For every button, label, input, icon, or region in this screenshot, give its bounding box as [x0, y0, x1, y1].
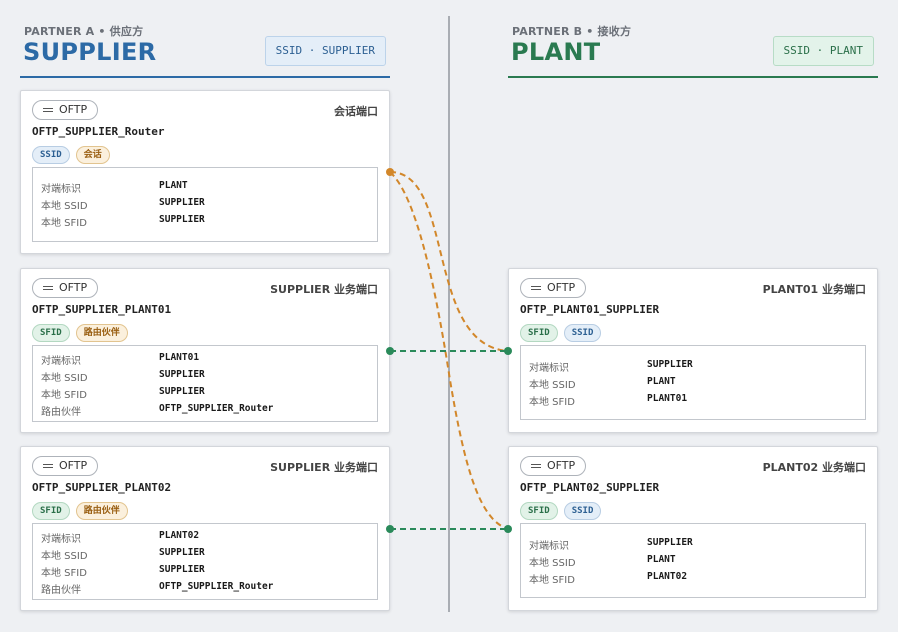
router-anchor-dot: [386, 168, 394, 176]
plant02-left-dot: [386, 525, 394, 533]
plant01-right-dot: [504, 347, 512, 355]
plant02-right-dot: [504, 525, 512, 533]
connection-lines: [386, 168, 512, 533]
plant01-left-dot: [386, 347, 394, 355]
